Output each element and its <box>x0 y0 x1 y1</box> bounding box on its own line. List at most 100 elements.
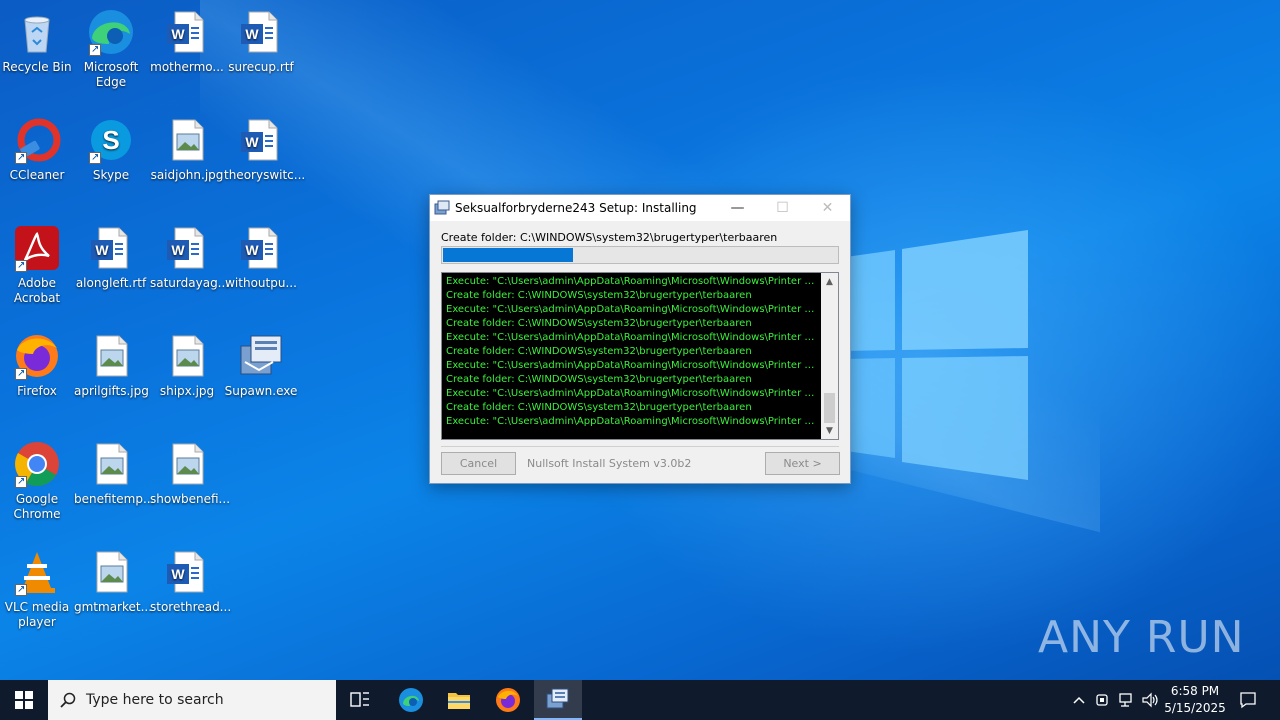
taskbar-clock[interactable]: 6:58 PM 5/15/2025 <box>1160 683 1230 717</box>
clock-date: 5/15/2025 <box>1164 701 1226 715</box>
desktop-icon[interactable]: showbenefi... <box>150 440 231 507</box>
word-document-icon: W <box>87 224 135 272</box>
desktop-icon[interactable]: Walongleft.rtf <box>74 224 148 291</box>
desktop-icon[interactable]: gmtmarket... <box>74 548 153 615</box>
log-line: Execute: "C:\Users\admin\AppData\Roaming… <box>446 276 820 287</box>
taskbar-installer[interactable] <box>534 680 582 720</box>
svg-text:W: W <box>245 242 259 258</box>
desktop-icon[interactable]: aprilgifts.jpg <box>74 332 149 399</box>
show-hidden-icons-button[interactable] <box>1068 680 1090 720</box>
folder-icon <box>448 693 470 709</box>
action-center-button[interactable] <box>1232 680 1264 720</box>
desktop-icon-label: gmtmarket... <box>74 600 153 614</box>
next-button[interactable]: Next > <box>765 452 840 475</box>
scroll-thumb[interactable] <box>824 393 835 423</box>
desktop-icon[interactable]: saidjohn.jpg <box>150 116 224 183</box>
taskbar-file-explorer[interactable] <box>435 680 483 720</box>
tray-app-icon[interactable] <box>1092 680 1114 720</box>
volume-icon <box>1142 692 1158 708</box>
desktop-icon-label: alongleft.rtf <box>75 276 147 290</box>
vlc-icon <box>13 548 61 597</box>
taskbar: Type here to search 6:58 PM 5/15/2025 <box>0 680 1280 720</box>
desktop-icon-label: Google Chrome <box>13 492 61 521</box>
install-progress-bar <box>441 246 839 264</box>
tray-network-button[interactable] <box>1116 680 1138 720</box>
shortcut-arrow-icon <box>15 582 27 597</box>
log-line: Execute: "C:\Users\admin\AppData\Roaming… <box>446 360 820 371</box>
log-line: Create folder: C:\WINDOWS\system32\bruge… <box>446 346 752 357</box>
chevron-up-icon <box>1073 696 1085 704</box>
cancel-button[interactable]: Cancel <box>441 452 516 475</box>
search-placeholder: Type here to search <box>86 692 224 708</box>
image-file-icon <box>163 440 211 488</box>
task-view-button[interactable] <box>336 680 384 720</box>
dialog-title: Seksualforbryderne243 Setup: Installing <box>455 201 697 215</box>
log-scrollbar[interactable]: ▲ ▼ <box>821 273 838 439</box>
desktop-icon[interactable]: Supawn.exe <box>224 332 298 399</box>
notification-icon <box>1240 692 1256 709</box>
desktop-icon[interactable]: Google Chrome <box>0 440 74 522</box>
nsis-branding: Nullsoft Install System v3.0b2 <box>527 457 692 470</box>
svg-text:W: W <box>171 26 185 42</box>
desktop-icon-label: storethread... <box>150 600 232 614</box>
install-log[interactable]: Execute: "C:\Users\admin\AppData\Roaming… <box>441 272 839 440</box>
desktop-icon[interactable]: Wwithoutpu... <box>224 224 298 291</box>
tray-device-icon <box>1096 694 1108 706</box>
skype-icon: S <box>87 116 135 165</box>
installer-app-icon <box>546 688 569 709</box>
log-line: Create folder: C:\WINDOWS\system32\bruge… <box>446 290 752 301</box>
desktop-icon-label: showbenefi... <box>150 492 231 506</box>
desktop-icon[interactable]: Firefox <box>0 332 74 399</box>
svg-text:W: W <box>171 242 185 258</box>
taskbar-search-box[interactable]: Type here to search <box>48 680 336 720</box>
tray-volume-button[interactable] <box>1140 680 1162 720</box>
desktop-icon-label: benefitemp... <box>74 492 155 506</box>
desktop-icon-label: surecup.rtf <box>228 60 294 74</box>
word-document-icon: W <box>163 548 211 596</box>
shortcut-arrow-icon <box>15 366 27 381</box>
desktop-icon[interactable]: Wsurecup.rtf <box>224 8 298 75</box>
desktop-icon-label: Recycle Bin <box>2 60 72 74</box>
desktop-icon[interactable]: Adobe Acrobat <box>0 224 74 306</box>
install-status-text: Create folder: C:\WINDOWS\system32\bruge… <box>441 231 778 244</box>
edge-icon <box>399 688 423 712</box>
svg-text:W: W <box>95 242 109 258</box>
minimize-button[interactable]: — <box>715 195 760 221</box>
chrome-icon <box>13 440 61 489</box>
dialog-titlebar[interactable]: Seksualforbryderne243 Setup: Installing … <box>430 195 850 221</box>
desktop-icon[interactable]: Microsoft Edge <box>74 8 148 90</box>
log-line: Execute: "C:\Users\admin\AppData\Roaming… <box>446 304 820 315</box>
scroll-down-icon[interactable]: ▼ <box>821 422 838 439</box>
desktop-icon-label: mothermo... <box>150 60 224 74</box>
taskbar-firefox[interactable] <box>484 680 532 720</box>
installer-exe-icon <box>237 332 285 380</box>
scroll-up-icon[interactable]: ▲ <box>821 273 838 290</box>
image-file-icon <box>163 116 211 164</box>
close-button[interactable]: ✕ <box>805 195 850 221</box>
desktop-icon[interactable]: shipx.jpg <box>150 332 224 399</box>
recycle-bin-icon <box>13 8 61 56</box>
desktop-icon[interactable]: Wmothermo... <box>150 8 224 75</box>
desktop-icon-label: withoutpu... <box>225 276 297 290</box>
desktop-icon[interactable]: Wstorethread... <box>150 548 232 615</box>
desktop-icon[interactable]: benefitemp... <box>74 440 155 507</box>
dialog-separator <box>441 446 839 447</box>
taskbar-edge[interactable] <box>387 680 435 720</box>
maximize-button[interactable]: ☐ <box>760 195 805 221</box>
firefox-icon <box>13 332 61 381</box>
desktop-icon[interactable]: S Skype <box>74 116 148 183</box>
image-file-icon <box>163 332 211 380</box>
word-document-icon: W <box>237 116 285 164</box>
desktop-icon-label: saturdayag... <box>150 276 230 290</box>
desktop-icon[interactable]: Wtheoryswitc... <box>224 116 305 183</box>
installer-app-icon <box>434 200 450 215</box>
progress-fill <box>443 248 574 262</box>
desktop-icon[interactable]: CCleaner <box>0 116 74 183</box>
word-document-icon: W <box>237 224 285 272</box>
edge-icon <box>87 8 135 57</box>
svg-text:S: S <box>102 125 119 155</box>
desktop-icon[interactable]: VLC media player <box>0 548 74 630</box>
desktop-icon[interactable]: Recycle Bin <box>0 8 74 75</box>
start-button[interactable] <box>0 680 48 720</box>
desktop-icon[interactable]: Wsaturdayag... <box>150 224 230 291</box>
